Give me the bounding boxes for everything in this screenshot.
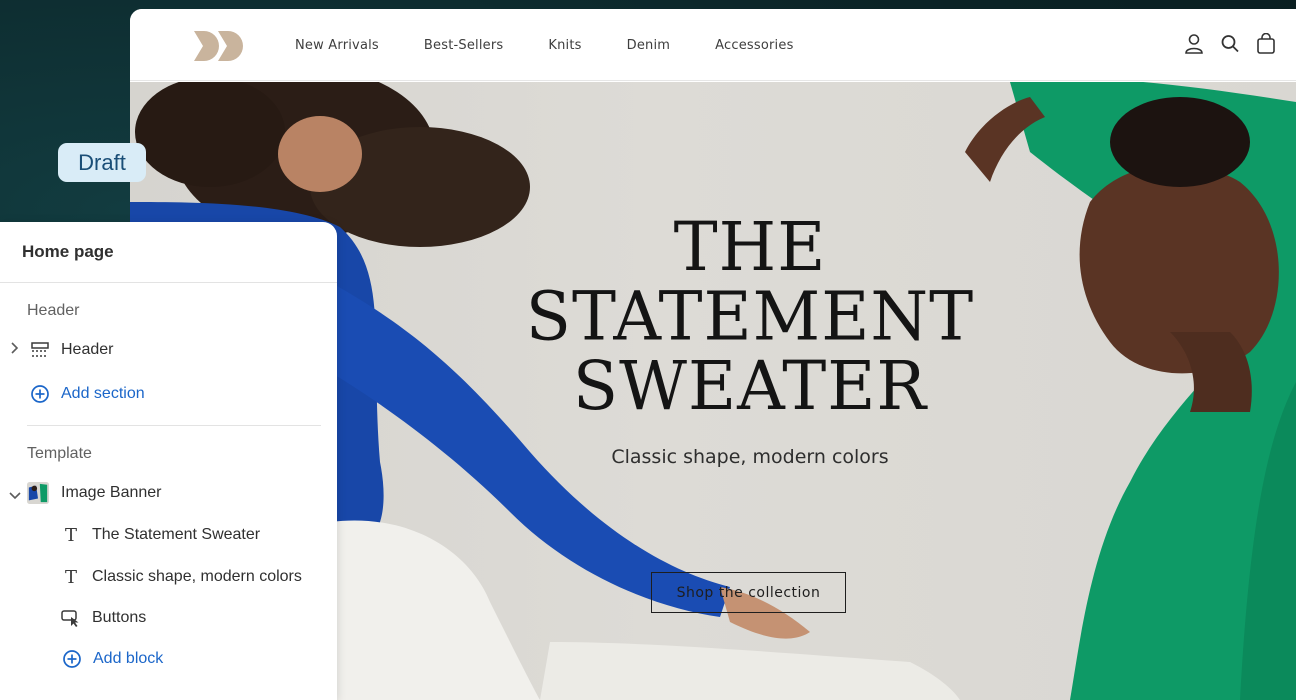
header-icons <box>1184 32 1276 55</box>
header-layout-icon <box>29 339 51 361</box>
add-section-label: Add section <box>61 385 145 402</box>
account-icon[interactable] <box>1184 33 1204 55</box>
nav-best-sellers[interactable]: Best-Sellers <box>424 38 503 53</box>
block-title-label: The Statement Sweater <box>92 526 261 543</box>
block-buttons[interactable]: Buttons <box>60 607 146 629</box>
add-section-button[interactable]: Add section <box>29 383 145 405</box>
shop-collection-button[interactable]: Shop the collection <box>651 572 846 613</box>
section-image-banner[interactable]: Image Banner <box>27 482 162 504</box>
chevron-down-icon[interactable] <box>9 488 21 503</box>
editor-sidebar: Home page Header Header Add section Temp… <box>0 222 337 700</box>
hero-title-line: STATEMENT <box>525 277 975 356</box>
store-header: New Arrivals Best-Sellers Knits Denim Ac… <box>130 9 1296 81</box>
template-group-label: Template <box>27 445 92 462</box>
plus-circle-icon <box>61 648 83 670</box>
search-icon[interactable] <box>1220 33 1240 55</box>
nav-accessories[interactable]: Accessories <box>715 38 793 53</box>
page-title: Home page <box>22 242 114 261</box>
text-icon: T <box>64 566 77 588</box>
cart-icon[interactable] <box>1256 32 1276 55</box>
store-logo <box>194 31 243 61</box>
block-subtitle[interactable]: T Classic shape, modern colors <box>60 566 302 588</box>
hero-subtitle: Classic shape, modern colors <box>611 446 889 468</box>
add-block-button[interactable]: Add block <box>61 648 163 670</box>
divider <box>27 425 321 426</box>
chevron-right-icon[interactable] <box>9 342 19 357</box>
image-banner-label: Image Banner <box>61 484 162 501</box>
section-header[interactable]: Header <box>29 339 113 361</box>
block-subtitle-label: Classic shape, modern colors <box>92 568 302 585</box>
hero-title-line: THE <box>673 207 827 287</box>
block-title[interactable]: T The Statement Sweater <box>60 524 260 546</box>
main-nav: New Arrivals Best-Sellers Knits Denim Ac… <box>295 9 839 81</box>
add-block-label: Add block <box>93 650 164 667</box>
section-header-label: Header <box>61 341 114 358</box>
hero-title: THE STATEMENT SWEATER <box>510 207 990 426</box>
header-group-label: Header <box>27 302 80 319</box>
nav-knits[interactable]: Knits <box>548 38 581 53</box>
divider <box>0 282 337 283</box>
button-cursor-icon <box>60 607 82 629</box>
nav-new-arrivals[interactable]: New Arrivals <box>295 38 379 53</box>
hero-title-line: SWEATER <box>572 346 928 426</box>
plus-circle-icon <box>29 383 51 405</box>
block-buttons-label: Buttons <box>92 609 147 626</box>
image-thumbnail-icon <box>27 482 49 504</box>
nav-denim[interactable]: Denim <box>627 38 671 53</box>
draft-badge: Draft <box>58 143 146 182</box>
text-icon: T <box>64 524 77 546</box>
